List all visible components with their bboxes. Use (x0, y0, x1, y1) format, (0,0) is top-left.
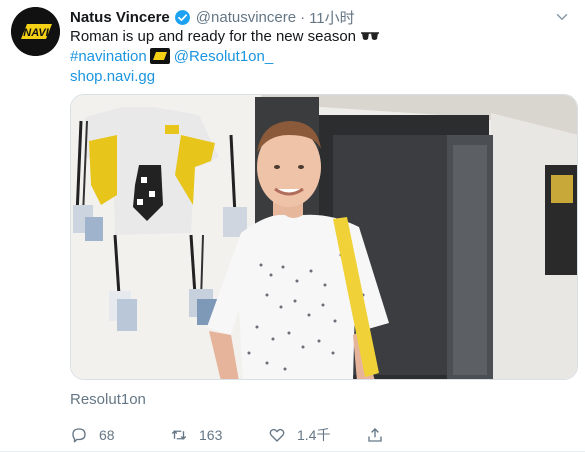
retweet-count: 163 (199, 427, 223, 443)
tweet[interactable]: NAVI Natus Vincere @natusvincere · 11小时 … (0, 0, 585, 452)
author-display-name[interactable]: Natus Vincere (70, 9, 170, 26)
tweet-timestamp[interactable]: 11小时 (309, 7, 355, 28)
author-avatar[interactable]: NAVI (11, 7, 60, 56)
more-options-chevron-down-icon[interactable] (553, 8, 571, 26)
tweet-text-line-1: Roman is up and ready for the new season (70, 28, 357, 45)
heart-icon (268, 426, 286, 444)
tweet-header: Natus Vincere @natusvincere · 11小时 (70, 7, 355, 27)
reply-count: 68 (99, 427, 115, 443)
tweet-actions: 68 163 1.4千 (70, 425, 510, 445)
like-button[interactable]: 1.4千 (268, 425, 330, 445)
retweet-button[interactable]: 163 (170, 425, 222, 445)
reply-button[interactable]: 68 (70, 425, 115, 445)
photo-image (71, 95, 577, 379)
sunglasses-emoji-icon (360, 29, 380, 49)
retweet-icon (170, 426, 188, 444)
like-count: 1.4千 (297, 427, 331, 443)
reply-icon (70, 426, 88, 444)
share-icon (366, 426, 384, 444)
tweet-photo[interactable] (70, 94, 578, 380)
tagged-user-link[interactable]: Resolut1on (70, 391, 146, 408)
mention-link[interactable]: @Resolut1on_ (174, 48, 273, 65)
share-button[interactable] (366, 425, 384, 445)
header-separator: · (300, 8, 306, 26)
tweet-text: Roman is up and ready for the new season… (70, 27, 575, 87)
navi-logo-icon: NAVI (11, 7, 60, 56)
avatar-logo-text: NAVI (23, 27, 49, 39)
verified-badge-icon (174, 9, 191, 26)
shop-url-link[interactable]: shop.navi.gg (70, 68, 155, 85)
author-handle[interactable]: @natusvincere (196, 9, 296, 26)
hashtag-link[interactable]: #navination (70, 48, 147, 65)
